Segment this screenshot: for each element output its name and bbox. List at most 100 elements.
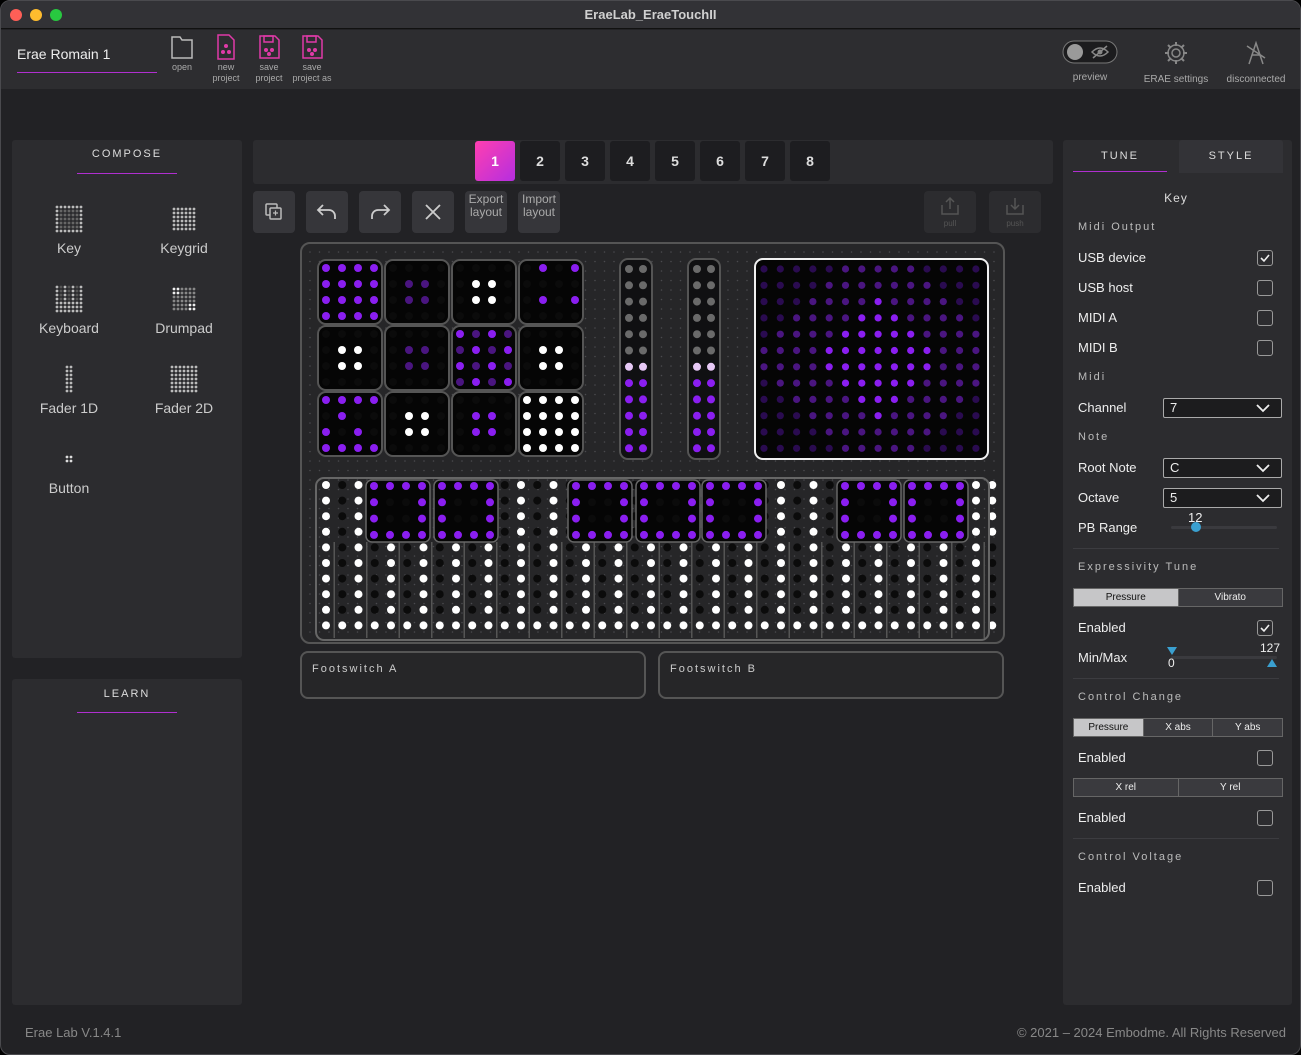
page-tab-8[interactable]: 8 — [790, 141, 830, 181]
page-tab-5[interactable]: 5 — [655, 141, 695, 181]
compose-item-drumpad[interactable]: Drumpad — [134, 284, 234, 336]
keyboard-dot — [549, 621, 558, 630]
keyboard-dot — [663, 559, 672, 567]
cc-tab-pressure[interactable]: Pressure — [1074, 719, 1144, 736]
clear-button[interactable] — [412, 191, 454, 233]
fader-dot — [693, 379, 701, 388]
compose-item-keyboard[interactable]: Keyboard — [19, 284, 119, 336]
fader-dot — [707, 411, 715, 420]
new-project-button[interactable]: new project — [204, 33, 248, 84]
min-thumb-icon[interactable] — [1167, 647, 1177, 655]
keyboard-dot — [354, 527, 363, 536]
pb-range-slider-track[interactable] — [1171, 526, 1277, 529]
fader-dot — [639, 346, 647, 355]
page-tab-3[interactable]: 3 — [565, 141, 605, 181]
keyboard-dot — [760, 621, 769, 630]
tab-tune[interactable]: TUNE — [1073, 140, 1167, 173]
compose-item-keygrid[interactable]: Keygrid — [134, 204, 234, 256]
cv-enabled-checkbox[interactable] — [1257, 880, 1273, 896]
keyboard-dot — [939, 590, 948, 599]
expressivity-enabled-checkbox[interactable] — [1257, 620, 1273, 636]
output-usb-host-checkbox[interactable] — [1257, 280, 1273, 296]
cc-tab-y-rel[interactable]: Y rel — [1178, 779, 1282, 796]
fader-2d-dot — [972, 346, 980, 355]
root-note-select[interactable]: C — [1163, 458, 1282, 478]
cc-rel-enabled-checkbox[interactable] — [1257, 810, 1273, 826]
fader-2d-dot — [923, 395, 931, 403]
compose-item-key[interactable]: Key — [19, 204, 119, 256]
save-project-as-button[interactable]: save project as — [290, 33, 334, 84]
expressivity-tab-pressure[interactable]: Pressure — [1074, 589, 1179, 606]
output-usb-device-checkbox[interactable] — [1257, 250, 1273, 266]
undo-button[interactable] — [306, 191, 348, 233]
pad-dot — [405, 396, 413, 404]
fader-2d-dot — [858, 298, 866, 306]
erae-surface-board[interactable] — [300, 242, 1005, 644]
fader-2d-dot — [972, 379, 980, 387]
expressivity-tab-vibrato[interactable]: Vibrato — [1178, 589, 1282, 606]
keyboard-dot — [744, 590, 753, 599]
pad-dot — [488, 280, 496, 288]
channel-select[interactable]: 7 — [1163, 398, 1282, 418]
fader-dot — [625, 281, 633, 290]
footswitch-b[interactable]: Footswitch B — [658, 651, 1004, 699]
cc-enabled-checkbox[interactable] — [1257, 750, 1273, 766]
fader-2d-dot — [841, 412, 850, 420]
page-tab-1[interactable]: 1 — [475, 141, 515, 181]
preview-toggle[interactable]: preview — [1061, 40, 1119, 83]
pad-dot — [456, 296, 464, 304]
page-tab-6[interactable]: 6 — [700, 141, 740, 181]
keyboard-dot — [533, 543, 542, 552]
keyboard-dot — [695, 621, 704, 630]
page-tab-2[interactable]: 2 — [520, 141, 560, 181]
compose-item-fader-1d[interactable]: Fader 1D — [19, 364, 119, 416]
surface-grid[interactable] — [302, 244, 1003, 642]
cc-tab-x-abs[interactable]: X abs — [1143, 719, 1214, 736]
keyboard-dot — [354, 590, 363, 599]
project-name-field[interactable]: Erae Romain 1 — [17, 46, 110, 62]
erae-settings-button[interactable]: ERAE settings — [1141, 40, 1211, 85]
fader-1d[interactable] — [687, 258, 721, 460]
keyboard-dot — [842, 621, 850, 630]
fader-2d-dot — [825, 379, 833, 387]
tab-style[interactable]: STYLE — [1179, 140, 1283, 173]
fader-2d-dot — [776, 265, 784, 273]
output-midi-b-checkbox[interactable] — [1257, 340, 1273, 356]
undo-icon — [316, 204, 336, 219]
max-thumb-icon[interactable] — [1267, 659, 1277, 667]
keyboard-dot — [500, 621, 509, 630]
pad-dot — [571, 412, 579, 420]
fader-2d[interactable] — [754, 258, 989, 460]
connection-status[interactable]: disconnected — [1223, 40, 1289, 85]
page-tab-7[interactable]: 7 — [745, 141, 785, 181]
minmax-slider-track[interactable] — [1171, 656, 1277, 659]
export-layout-button[interactable]: Export layout — [465, 191, 507, 233]
import-layout-button[interactable]: Import layout — [518, 191, 560, 233]
open-button[interactable]: open — [160, 33, 204, 73]
black-key-dot — [418, 498, 426, 507]
fader-1d[interactable] — [619, 258, 653, 460]
save-project-button[interactable]: save project — [247, 33, 291, 84]
duplicate-button[interactable] — [253, 191, 295, 233]
octave-select[interactable]: 5 — [1163, 488, 1282, 508]
keyboard-dot — [630, 574, 639, 583]
cc-tab-y-abs[interactable]: Y abs — [1213, 719, 1283, 736]
pad-dot — [370, 396, 378, 404]
redo-button[interactable] — [359, 191, 401, 233]
compose-item-button[interactable]: Button — [19, 444, 119, 496]
compose-item-fader-2d[interactable]: Fader 2D — [134, 364, 234, 416]
page-tab-4[interactable]: 4 — [610, 141, 650, 181]
black-key-dot — [754, 514, 762, 523]
fader-2d-dot — [956, 444, 964, 452]
cc-tab-x-rel[interactable]: X rel — [1074, 779, 1179, 796]
footswitch-a[interactable]: Footswitch A — [300, 651, 646, 699]
keyboard-dot — [858, 574, 867, 583]
push-button[interactable]: push — [989, 191, 1041, 233]
keyboard-dot — [500, 481, 509, 489]
keyboard-dot — [955, 574, 964, 583]
pull-button[interactable]: pull — [924, 191, 976, 233]
fader-2d-dot — [939, 298, 947, 306]
fader-dot — [625, 330, 633, 339]
output-midi-a-checkbox[interactable] — [1257, 310, 1273, 326]
black-key-dot — [956, 498, 964, 507]
